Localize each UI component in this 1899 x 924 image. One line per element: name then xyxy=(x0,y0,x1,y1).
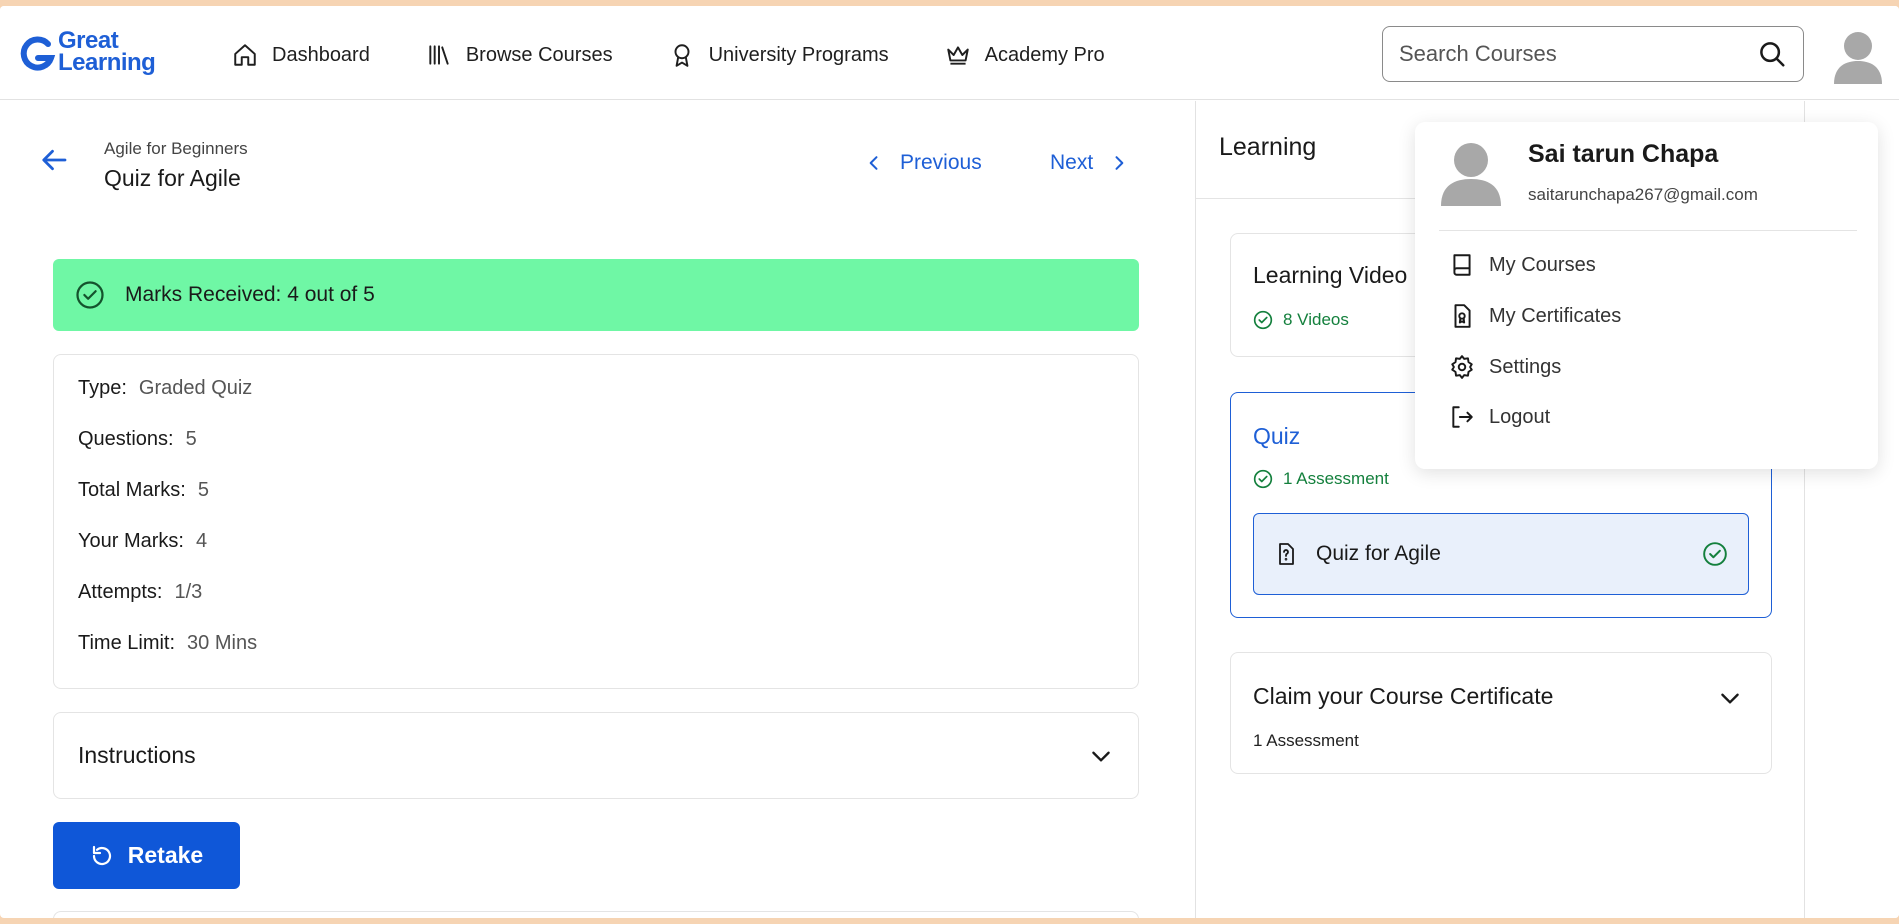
nav-university-programs[interactable]: University Programs xyxy=(669,42,889,68)
check-circle-icon xyxy=(76,281,104,309)
detail-key: Type: xyxy=(78,377,127,399)
menu-logout[interactable]: Logout xyxy=(1449,404,1550,430)
chevron-down-icon[interactable] xyxy=(1717,685,1743,711)
detail-value: 30 Mins xyxy=(187,632,258,654)
quiz-item-active[interactable]: Quiz for Agile xyxy=(1253,513,1749,595)
detail-key: Total Marks: xyxy=(78,479,186,501)
retake-button[interactable]: Retake xyxy=(53,822,240,889)
detail-type: Type: Graded Quiz xyxy=(78,377,1114,428)
brand-wordmark: Great Learning xyxy=(58,29,156,76)
chevron-right-icon xyxy=(1115,156,1124,170)
detail-value: Graded Quiz xyxy=(138,377,253,399)
section-course-certificate[interactable]: Claim your Course Certificate 1 Assessme… xyxy=(1230,652,1772,774)
detail-attempts: Attempts: 1/3 xyxy=(78,581,1114,632)
section-title: Quiz xyxy=(1253,423,1301,449)
brand-logo[interactable]: Great Learning xyxy=(18,29,168,78)
certificate-icon xyxy=(1454,304,1471,328)
chevron-down-icon xyxy=(1092,751,1110,762)
nav-browse-courses-label: Browse Courses xyxy=(465,43,613,66)
quiz-details-card: Type: Graded Quiz Questions: 5 Total Mar… xyxy=(53,354,1139,689)
section-title: Claim your Course Certificate xyxy=(1253,683,1554,709)
detail-key: Your Marks: xyxy=(78,530,184,552)
next-button[interactable]: Next xyxy=(1050,151,1129,175)
page-title: Quiz for Agile xyxy=(104,165,241,191)
nav-academy-pro-label: Academy Pro xyxy=(984,43,1105,66)
detail-value: 4 xyxy=(195,530,208,552)
detail-time-limit: Time Limit: 30 Mins xyxy=(78,632,1114,683)
menu-settings-label: Settings xyxy=(1489,355,1562,378)
quiz-item-label: Quiz for Agile xyxy=(1316,542,1441,565)
sidebar-title: Learning xyxy=(1219,133,1317,161)
nav-dashboard[interactable]: Dashboard xyxy=(232,42,370,68)
check-circle-icon xyxy=(1253,469,1273,489)
nav-browse-courses[interactable]: Browse Courses xyxy=(426,42,613,68)
detail-total-marks: Total Marks: 5 xyxy=(78,479,1114,530)
quiz-document-icon xyxy=(1279,543,1294,565)
search-box[interactable] xyxy=(1382,26,1804,82)
nav-dashboard-label: Dashboard xyxy=(272,43,370,66)
nav-academy-pro[interactable]: Academy Pro xyxy=(945,42,1105,68)
menu-settings[interactable]: Settings xyxy=(1449,354,1561,380)
detail-value: 5 xyxy=(197,479,209,501)
check-circle-icon xyxy=(1703,542,1727,566)
videos-count: 8 Videos xyxy=(1283,310,1349,329)
section-subtitle: 1 Assessment xyxy=(1253,731,1359,750)
profile-avatar-icon xyxy=(1441,143,1501,206)
menu-my-courses-label: My Courses xyxy=(1489,253,1596,276)
detail-key: Time Limit: xyxy=(78,632,176,654)
assessment-count: 1 Assessment xyxy=(1283,469,1389,488)
profile-name: Sai tarun Chapa xyxy=(1528,140,1719,168)
brand-line2: Learning xyxy=(58,49,156,76)
detail-value: 1/3 xyxy=(174,581,203,603)
back-arrow-icon[interactable] xyxy=(40,145,70,175)
detail-questions: Questions: 5 xyxy=(78,428,1114,479)
detail-key: Questions: xyxy=(78,428,174,450)
breadcrumb[interactable]: Agile for Beginners xyxy=(104,139,248,159)
previous-label: Previous xyxy=(900,151,982,174)
menu-my-courses[interactable]: My Courses xyxy=(1449,252,1596,278)
crown-icon xyxy=(946,46,969,65)
home-icon xyxy=(234,44,256,66)
nav-university-programs-label: University Programs xyxy=(708,43,889,66)
top-header: Great Learning Dashboard Browse Courses … xyxy=(0,6,1899,100)
next-label: Next xyxy=(1050,151,1094,174)
library-icon xyxy=(429,45,449,65)
section-title: Learning Video xyxy=(1253,262,1408,288)
book-icon xyxy=(1453,254,1471,276)
menu-logout-label: Logout xyxy=(1489,405,1551,428)
detail-key: Attempts: xyxy=(78,581,163,603)
section-subtitle: 1 Assessment xyxy=(1253,469,1389,489)
search-input[interactable] xyxy=(1399,41,1757,67)
profile-dropdown: Sai tarun Chapa saitarunchapa267@gmail.c… xyxy=(1415,122,1878,469)
instructions-label: Instructions xyxy=(78,742,196,768)
logout-icon xyxy=(1452,406,1473,428)
app-window: Great Learning Dashboard Browse Courses … xyxy=(0,6,1899,918)
search-icon[interactable] xyxy=(1757,39,1787,69)
menu-my-certificates-label: My Certificates xyxy=(1489,304,1622,327)
detail-your-marks: Your Marks: 4 xyxy=(78,530,1114,581)
gear-icon xyxy=(1451,355,1473,379)
profile-divider xyxy=(1439,230,1857,231)
marks-received-text: Marks Received: 4 out of 5 xyxy=(125,283,375,306)
next-card-peek xyxy=(53,911,1139,918)
main-nav: Dashboard Browse Courses University Prog… xyxy=(232,42,1161,68)
chevron-left-icon xyxy=(869,156,878,170)
award-icon xyxy=(674,44,690,67)
detail-value: 5 xyxy=(185,428,197,450)
retake-label: Retake xyxy=(127,842,204,868)
previous-button[interactable]: Previous xyxy=(864,151,982,175)
brand-g-icon xyxy=(20,36,56,71)
profile-email: saitarunchapa267@gmail.com xyxy=(1528,185,1758,204)
instructions-accordion[interactable]: Instructions xyxy=(53,712,1139,799)
marks-received-banner: Marks Received: 4 out of 5 xyxy=(53,259,1139,331)
check-circle-icon xyxy=(1253,310,1273,330)
section-subtitle: 8 Videos xyxy=(1253,310,1349,330)
quiz-main-panel: Agile for Beginners Quiz for Agile Previ… xyxy=(0,101,1195,918)
menu-my-certificates[interactable]: My Certificates xyxy=(1449,303,1621,329)
user-avatar-icon[interactable] xyxy=(1832,28,1884,84)
retry-icon xyxy=(92,845,111,865)
